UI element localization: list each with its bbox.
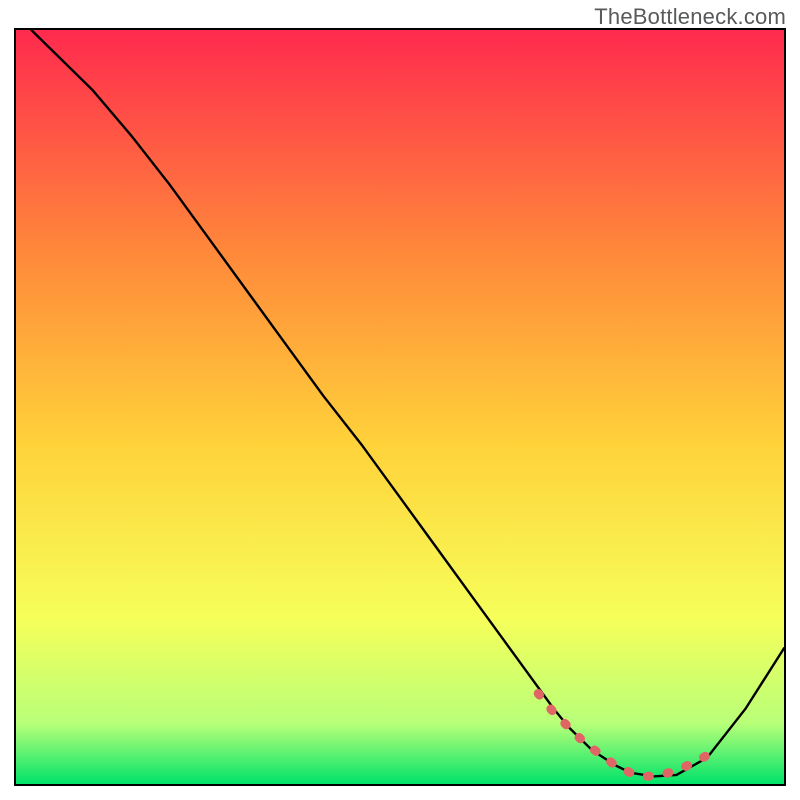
series-trough-highlight [538,694,707,777]
chart-area [14,28,786,786]
chart-lines [16,30,784,784]
series-curve [31,30,784,776]
watermark-text: TheBottleneck.com [594,4,786,30]
